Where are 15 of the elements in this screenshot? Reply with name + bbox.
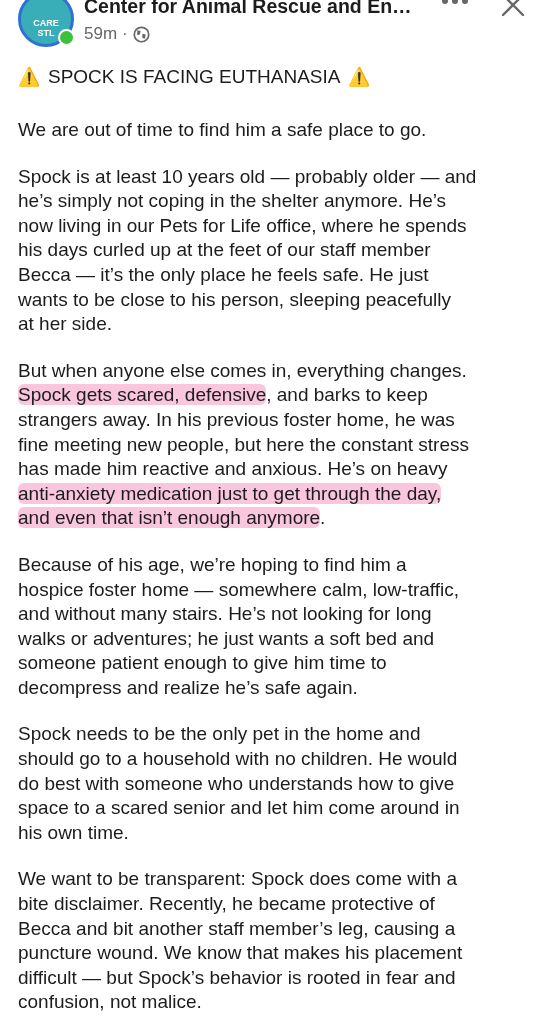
post-time[interactable]: 59m (84, 24, 118, 44)
post-paragraph: We are out of time to find him a safe place to go. (18, 118, 428, 142)
warning-icon: ⚠ (18, 66, 40, 88)
logo-text: STL (37, 28, 55, 38)
globe-icon (132, 25, 150, 43)
post-paragraph: Because of his age, we’re hoping to find him a hospice foster home — somewhere calm, low-traffic, and without many stairs. He’s not looking for long walks or adventures; he just wants a soft bed and someone patient enough to give him time to decompress and realize he’s safe again. (18, 552, 461, 700)
post-paragraph: We want to be transparent: Spock does come with a bite disclaimer. Recently, he became protective of Becca and bit another staff member’s leg, causing a puncture wound. We know that makes his placement difficult — but Spock’s behavior is rooted in fear and confusion, not malice. (18, 867, 464, 1015)
separator: · (122, 24, 128, 44)
logo-text: CARE (33, 18, 59, 28)
warning-icon: ⚠ (348, 66, 371, 88)
post-paragraph: Spock needs to be the only pet in the home and should go to a household with no children. He would do best with someone who understands how to give space to a scared senior and let him come around in his own time. (18, 722, 461, 845)
post-title: SPOCK IS FACING EUTHANASIA (48, 66, 341, 88)
close-button[interactable] (501, 0, 525, 17)
post-paragraph: But when anyone else comes in, everything changes. Spock gets scared, defensive, and barks to keep strangers away. In his previous foster home, he was fine meeting new people, but here the constant stress has made him reactive and anxious. He’s on heavy anti-anxiety medication just to get through the day, and even that isn’t enough anymore. (18, 358, 470, 531)
post-paragraph: Spock is at least 10 years old — probably older — and he’s simply not coping in the shelter anymore. He’s now living in our Pets for Life office, where he spends his days curled up at the feet of our staff member Becca — it’s the only place he feels safe. He just wants to be close to his person, sleeping peacefully at her side. (18, 164, 478, 337)
